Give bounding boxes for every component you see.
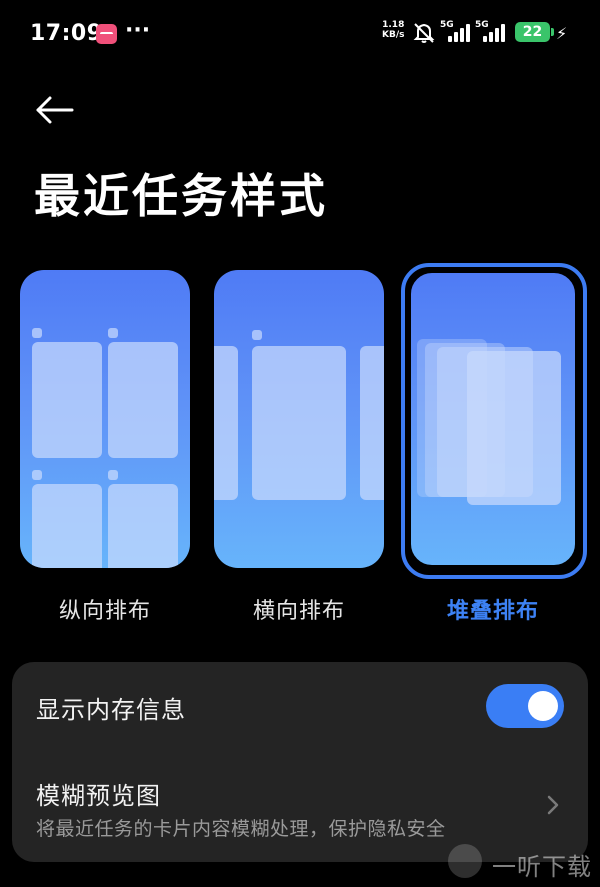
- charging-icon: ⚡: [556, 24, 568, 43]
- layout-option-label: 堆叠排布: [446, 599, 539, 624]
- stacked-layout-preview: [408, 270, 578, 568]
- clock: 17:09: [30, 21, 103, 46]
- network-speed-unit: KB/s: [382, 30, 405, 40]
- layout-option-stacked[interactable]: 堆叠排布: [401, 263, 587, 624]
- toggle-knob: [528, 691, 558, 721]
- layout-option-label: 横向排布: [252, 599, 345, 624]
- layout-option-vertical[interactable]: 纵向排布: [20, 270, 190, 624]
- status-bar: 17:09 ··· 1.18 KB/s 5G 5G 22 ⚡: [0, 0, 600, 60]
- battery-level: 22: [522, 24, 543, 40]
- watermark: 一听下载: [448, 842, 600, 886]
- battery-tip: [551, 28, 554, 36]
- mute-icon: [413, 23, 435, 43]
- blur-preview-description: 将最近任务的卡片内容模糊处理，保护隐私安全: [36, 818, 446, 840]
- network-speed: 1.18 KB/s: [382, 20, 404, 40]
- vertical-layout-preview: [20, 270, 190, 568]
- sim1-label: 5G: [440, 20, 454, 30]
- network-speed-value: 1.18: [382, 20, 405, 30]
- show-memory-toggle[interactable]: [486, 684, 564, 728]
- app-notification-icon: [96, 24, 117, 44]
- battery-icon: 22: [515, 22, 550, 42]
- sim2-label: 5G: [475, 20, 489, 30]
- chevron-right-icon: [547, 795, 559, 815]
- more-notifications-icon: ···: [125, 18, 151, 43]
- page-title: 最近任务样式: [34, 169, 328, 223]
- signal-icon: 5G: [475, 20, 505, 44]
- blur-preview-label: 模糊预览图: [36, 782, 161, 810]
- horizontal-layout-preview: [214, 270, 384, 568]
- back-arrow-icon[interactable]: [32, 92, 76, 128]
- layout-option-horizontal[interactable]: 横向排布: [214, 270, 384, 624]
- blur-preview-row[interactable]: 模糊预览图 将最近任务的卡片内容模糊处理，保护隐私安全: [12, 762, 588, 852]
- show-memory-label: 显示内存信息: [36, 696, 186, 724]
- signal-icon: 5G: [440, 20, 470, 44]
- layout-option-label: 纵向排布: [58, 599, 151, 624]
- watermark-text: 一听下载: [492, 853, 592, 881]
- watermark-logo-icon: [448, 844, 482, 878]
- settings-card: 显示内存信息 模糊预览图 将最近任务的卡片内容模糊处理，保护隐私安全: [12, 662, 588, 862]
